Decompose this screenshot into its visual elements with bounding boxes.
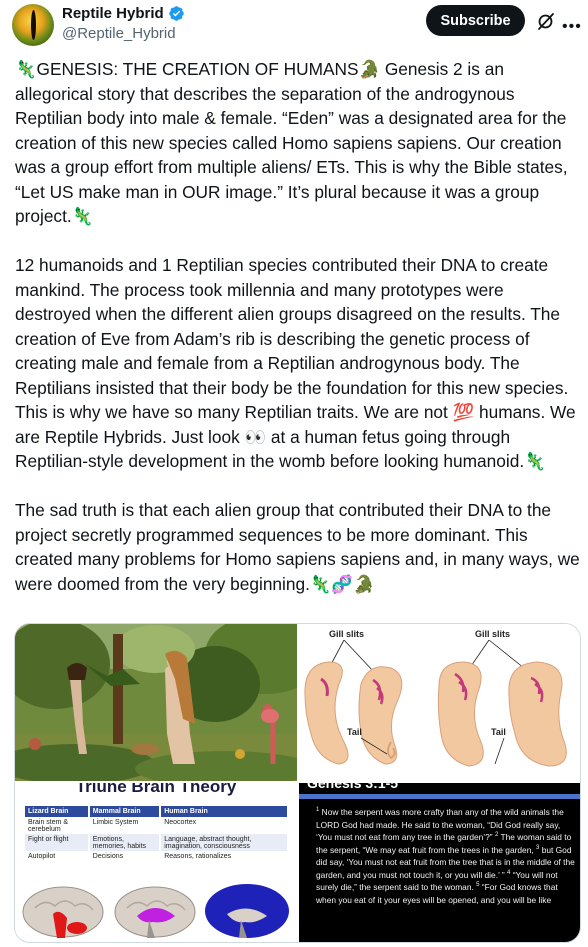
tweet-paragraph: 🦎GENESIS: THE CREATION OF HUMANS🐊 Genesi…	[15, 59, 568, 226]
verse-number: 4	[507, 869, 511, 876]
gill-slits-label: Gill slits	[475, 629, 510, 639]
verse-number: 2	[494, 832, 499, 838]
eden-painting-image[interactable]	[15, 624, 297, 781]
avatar[interactable]	[12, 4, 54, 46]
reptile-eye-avatar-icon	[31, 10, 36, 40]
verse-number: 5	[476, 882, 480, 888]
tail-label: Tail	[347, 727, 362, 737]
subscribe-button[interactable]: Subscribe	[426, 5, 525, 36]
brain-cell: Language, abstract thought, imagination,…	[160, 834, 289, 851]
brain-cell: Neocortex	[160, 817, 289, 834]
user-handle[interactable]: @Reptile_Hybrid	[62, 25, 185, 42]
verse-number: 3	[536, 844, 540, 851]
human-brain-icon	[205, 884, 289, 938]
more-horizontal-icon[interactable]: •••	[562, 18, 582, 36]
brain-cell: Emotions, memories, habits	[88, 834, 162, 851]
tail-label: Tail	[491, 727, 506, 737]
tweet-paragraph: The sad truth is that each alien group t…	[15, 500, 580, 594]
brain-cell: Autopilot	[25, 851, 90, 861]
brain-cell: Decisions	[88, 851, 162, 861]
gill-slits-label: Gill slits	[329, 629, 364, 639]
bible-verse-image[interactable]: Genesis 3:1-5 1 Now the serpent was more…	[299, 783, 580, 942]
bible-text: 1 Now the serpent was more crafty than a…	[316, 806, 578, 906]
brain-header: Human Brain	[160, 806, 289, 817]
brain-header: Mammal Brain	[88, 806, 162, 817]
brain-header: Lizard Brain	[25, 806, 90, 817]
brain-cell: Fight or flight	[25, 834, 90, 851]
tweet-paragraph: 12 humanoids and 1 Reptilian species con…	[15, 255, 576, 471]
brain-illustrations	[22, 884, 289, 938]
mammal-brain-icon	[114, 886, 196, 938]
embryo-diagram-image[interactable]: Gill slits Gill slits Tail Tail	[299, 624, 580, 781]
author-info: Reptile Hybrid @Reptile_Hybrid	[62, 5, 185, 42]
media-grid: Gill slits Gill slits Tail Tail Triune B…	[14, 623, 581, 943]
post-header: Reptile Hybrid @Reptile_Hybrid Subscribe…	[0, 0, 588, 60]
verified-badge-icon	[168, 6, 184, 21]
brain-cell: Brain stem & cerebelum	[25, 817, 90, 834]
divider	[299, 794, 580, 799]
brain-cell: Reasons, rationalizes	[160, 851, 289, 861]
display-name[interactable]: Reptile Hybrid	[62, 5, 164, 22]
brain-title: Triune Brain Theory	[75, 783, 237, 796]
brain-cell: Limbic System	[88, 817, 162, 834]
triune-brain-image[interactable]: Triune Brain Theory Lizard Brain Mammal …	[15, 783, 297, 942]
verse-number: 1	[316, 807, 320, 813]
brain-table: Lizard Brain Mammal Brain Human Brain Br…	[25, 806, 289, 861]
tweet-text: 🦎GENESIS: THE CREATION OF HUMANS🐊 Genesi…	[15, 57, 580, 596]
lizard-brain-icon	[22, 886, 104, 938]
grok-slash-icon[interactable]	[536, 11, 556, 31]
bible-heading: Genesis 3:1-5	[307, 783, 399, 791]
